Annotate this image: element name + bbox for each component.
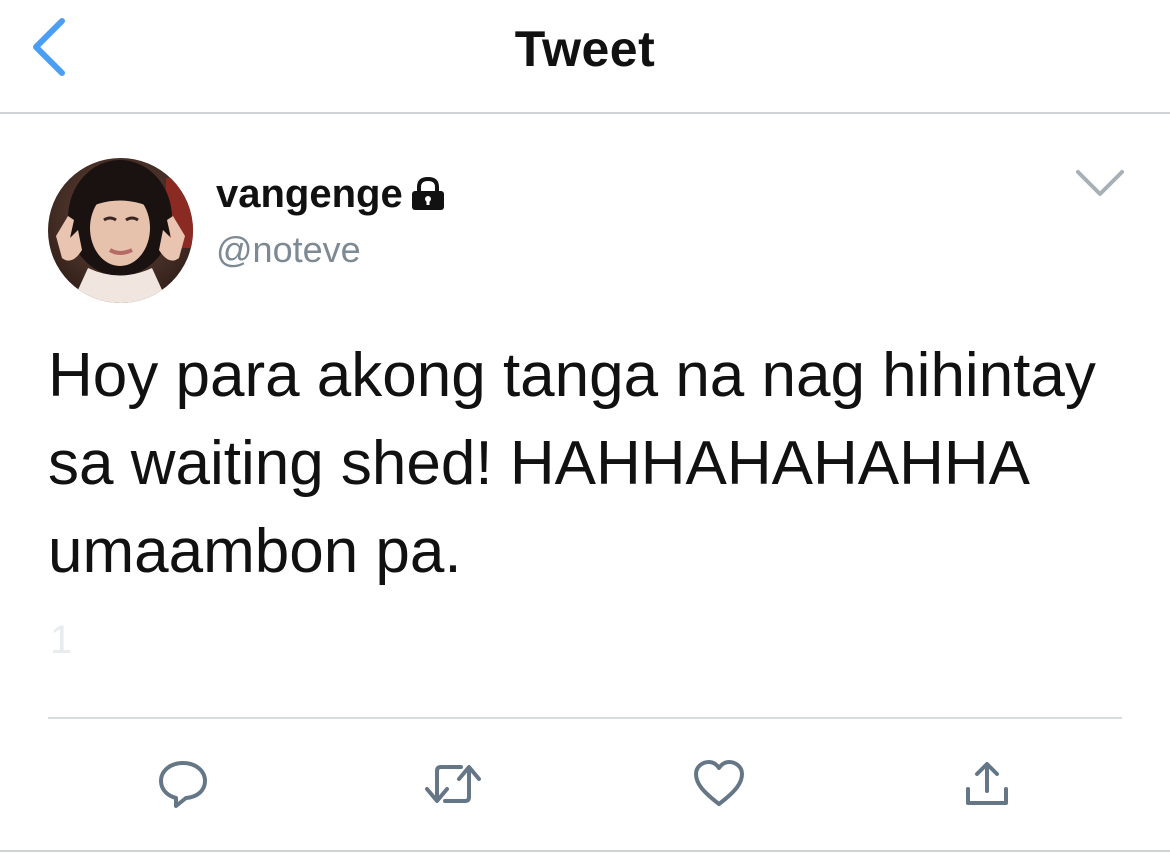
tweet-action-bar bbox=[0, 750, 1170, 822]
heart-icon bbox=[692, 759, 746, 814]
divider bbox=[48, 717, 1122, 719]
lock-icon bbox=[409, 177, 447, 211]
reply-button[interactable] bbox=[148, 750, 218, 822]
user-name-row: vangenge bbox=[216, 168, 447, 220]
avatar[interactable] bbox=[48, 158, 193, 303]
bottom-divider bbox=[0, 850, 1170, 852]
like-button[interactable] bbox=[684, 750, 754, 822]
share-button[interactable] bbox=[952, 750, 1022, 822]
display-name[interactable]: vangenge bbox=[216, 172, 403, 217]
user-handle[interactable]: @noteve bbox=[216, 229, 361, 271]
page-title: Tweet bbox=[514, 21, 656, 77]
nav-header: Tweet bbox=[0, 0, 1170, 114]
tweet-stat: 1 bbox=[50, 618, 73, 662]
tweet-text: Hoy para akong tanga na nag hihintay sa … bbox=[48, 341, 1096, 586]
retweet-icon bbox=[423, 759, 483, 814]
chevron-down-icon bbox=[1074, 168, 1126, 203]
retweet-button[interactable] bbox=[418, 750, 488, 822]
share-icon bbox=[962, 759, 1012, 814]
tweet-menu-button[interactable] bbox=[1070, 160, 1130, 210]
reply-icon bbox=[156, 757, 210, 816]
